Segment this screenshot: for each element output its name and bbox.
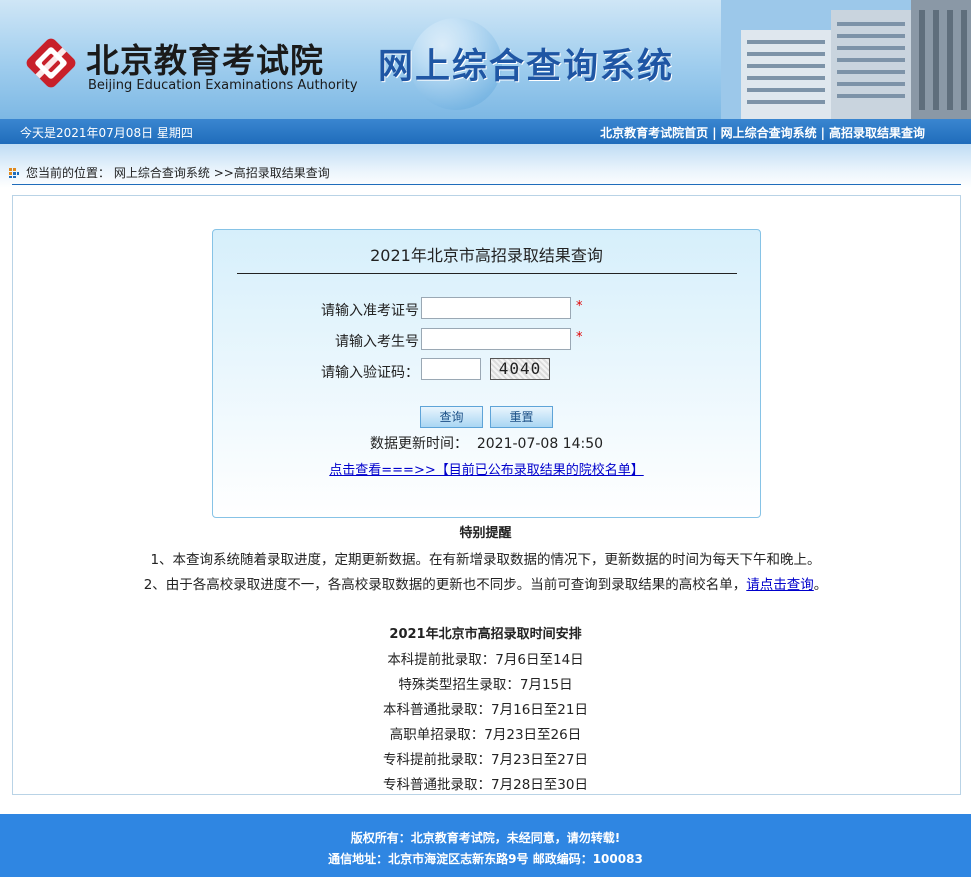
breadcrumb: 您当前的位置： 网上综合查询系统 >>高招录取结果查询 [8,164,330,181]
schedule-item: 本科提前批录取：7月6日至14日 [387,652,584,668]
schedule-item: 专科普通批录取：7月28日至30日 [383,777,588,793]
school-list-query-link[interactable]: 请点击查询 [746,577,814,593]
breadcrumb-divider [12,184,961,185]
breadcrumb-item-query-system[interactable]: 网上综合查询系统 [114,166,210,180]
notice-item-2: 2、由于各高校录取进度不一，各高校录取数据的更新也不同步。当前可查询到录取结果的… [0,573,971,593]
building-photo-icon [721,0,971,119]
nav-link-admission-query[interactable]: 高招录取结果查询 [829,126,925,140]
schedule-item: 高职单招录取：7月23日至26日 [389,727,582,743]
footer-address: 通信地址：北京市海淀区志新东路9号 邮政编码：100083 [328,852,643,866]
notice-item-2-text: 2、由于各高校录取进度不一，各高校录取数据的更新也不同步。当前可查询到录取结果的… [143,577,747,593]
captcha-label: 请输入验证码： [321,365,419,381]
nav-link-home[interactable]: 北京教育考试院首页 [600,126,708,140]
header-banner: 北京教育考试院 Beijing Education Examinations A… [0,0,971,119]
query-form-panel: 2021年北京市高招录取结果查询 请输入准考证号 * 请输入考生号 * 请输入验… [212,229,761,518]
breadcrumb-prefix: 您当前的位置： [26,166,111,180]
nav-separator: | [820,126,825,140]
student-number-input[interactable] [421,328,571,350]
top-nav-bar: 今天是2021年07月08日 星期四 北京教育考试院首页 | 网上综合查询系统 | 高招… [0,119,971,144]
update-time-label: 数据更新时间： [369,436,468,452]
notice-item-2-end: 。 [813,577,828,593]
nav-separator: | [712,126,717,140]
schedule-item: 特殊类型招生录取：7月15日 [398,677,573,693]
update-time-value: 2021-07-08 14:50 [476,436,604,452]
current-date: 今天是2021年07月08日 星期四 [20,126,193,140]
student-number-label: 请输入考生号 [335,334,419,350]
required-mark: * [576,330,583,345]
schedule-item: 专科提前批录取：7月23日至27日 [383,752,588,768]
schedule-title: 2021年北京市高招录取时间安排 [389,627,582,642]
logo-chinese-name: 北京教育考试院 [86,41,324,80]
breadcrumb-item-current: >>高招录取结果查询 [213,166,330,180]
page-footer: 版权所有：北京教育考试院，未经同意，请勿转载! 通信地址：北京市海淀区志新东路9… [0,814,971,877]
schedule-item: 本科普通批录取：7月16日至21日 [383,702,588,718]
data-update-time: 数据更新时间： 2021-07-08 14:50 [213,433,760,453]
logo-english-name: Beijing Education Examinations Authority [88,78,358,93]
top-nav-links: 北京教育考试院首页 | 网上综合查询系统 | 高招录取结果查询 [600,124,925,141]
system-title: 网上综合查询系统 [378,47,675,87]
query-title-underline [237,273,737,274]
notice-item-1: 1、本查询系统随着录取进度，定期更新数据。在有新增录取数据的情况下，更新数据的时… [150,552,821,568]
query-form-title: 2021年北京市高招录取结果查询 [370,246,603,265]
notice-title: 特别提醒 [459,526,512,541]
school-list-link[interactable]: 点击查看===>>【目前已公布录取结果的院校名单】 [213,459,760,478]
required-mark: * [576,299,583,314]
ticket-number-label: 请输入准考证号 [321,303,419,319]
nav-link-query-system[interactable]: 网上综合查询系统 [721,126,817,140]
footer-copyright: 版权所有：北京教育考试院，未经同意，请勿转载! [350,831,621,845]
submit-query-button[interactable]: 查询 [420,406,483,428]
grid-dots-icon [9,168,19,178]
captcha-image[interactable]: 4040 [490,358,550,380]
ticket-number-input[interactable] [421,297,571,319]
captcha-input[interactable] [421,358,481,380]
exam-authority-logo-icon [26,38,76,88]
reset-button[interactable]: 重置 [490,406,553,428]
